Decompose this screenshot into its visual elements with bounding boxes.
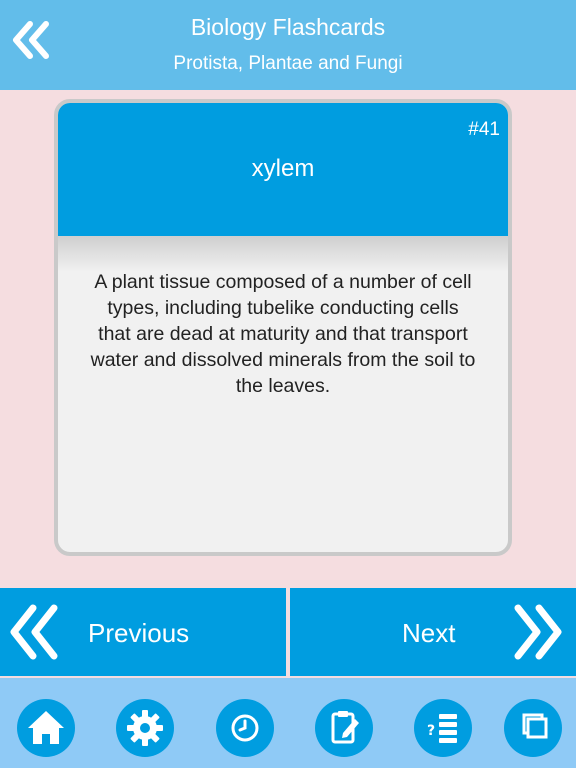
- definition-line: A plant tissue composed of a number of c…: [94, 271, 472, 293]
- double-chevron-left-icon: [10, 604, 58, 660]
- previous-label: Previous: [88, 618, 190, 648]
- copy-icon: [522, 713, 548, 739]
- next-button[interactable]: Next: [290, 588, 576, 676]
- copy-button[interactable]: [504, 699, 562, 757]
- page-title: Biology Flashcards: [190, 14, 386, 40]
- svg-text:?: ?: [427, 723, 435, 739]
- page-subtitle: Protista, Plantae and Fungi: [173, 53, 403, 74]
- bottom-toolbar: ?: [0, 678, 576, 768]
- gear-icon: [127, 710, 163, 746]
- quiz-list-icon: ?: [427, 714, 457, 743]
- settings-button[interactable]: [116, 699, 174, 757]
- notes-button[interactable]: [315, 699, 373, 757]
- definition-line: types, including tubelike conducting cel…: [107, 297, 459, 319]
- timer-button[interactable]: [216, 699, 274, 757]
- header-bar: Biology Flashcards Protista, Plantae and…: [0, 0, 576, 90]
- card-definition: A plant tissue composed of a number of c…: [68, 269, 498, 399]
- definition-line: that are dead at maturity and that trans…: [98, 323, 468, 345]
- quiz-button[interactable]: ?: [414, 699, 472, 757]
- home-icon: [28, 711, 64, 744]
- previous-button[interactable]: Previous: [0, 588, 286, 676]
- card-number: #41: [468, 119, 500, 140]
- home-button[interactable]: [17, 699, 75, 757]
- edit-note-icon: [331, 711, 359, 744]
- card-term: xylem: [251, 155, 315, 182]
- definition-line: the leaves.: [235, 375, 331, 397]
- double-chevron-right-icon: [514, 604, 562, 660]
- flashcard-header: #41 xylem: [58, 103, 508, 236]
- flashcard[interactable]: #41 xylem A plant tissue composed of a n…: [54, 99, 512, 556]
- next-label: Next: [402, 618, 456, 648]
- definition-line: water and dissolved minerals from the so…: [90, 349, 476, 371]
- clock-icon: [231, 714, 259, 742]
- card-divider-shadow: [58, 236, 508, 272]
